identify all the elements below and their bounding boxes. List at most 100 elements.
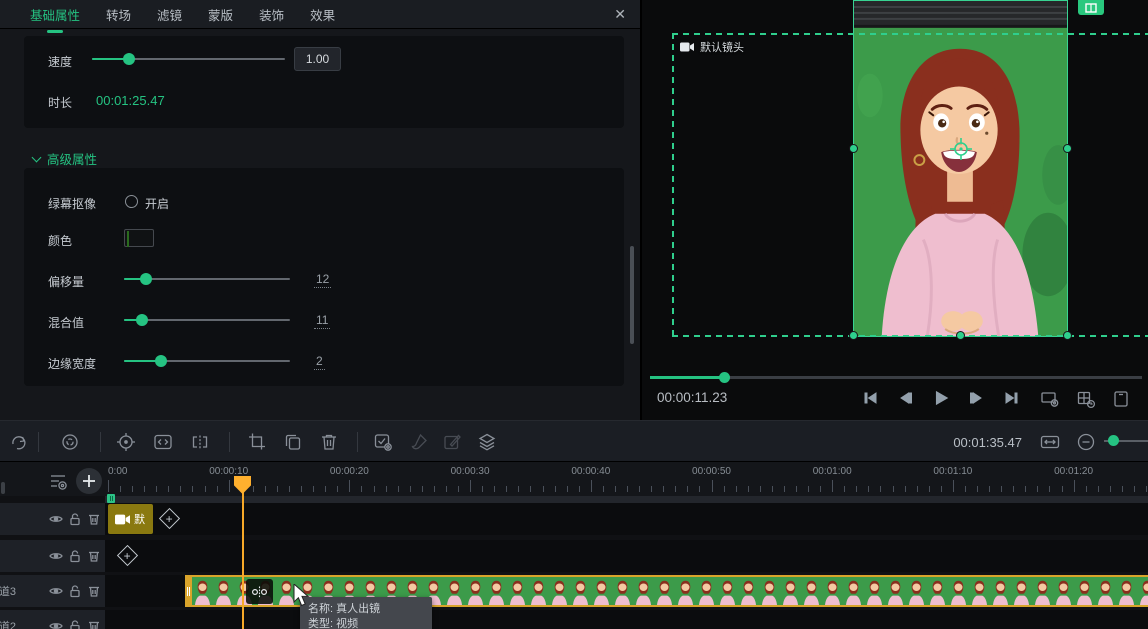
clip-handle-right[interactable] (1063, 144, 1072, 153)
track-row-3: 道3 (0, 575, 1148, 607)
track-name: 道3 (0, 583, 16, 599)
offset-label: 偏移量 (48, 273, 84, 290)
clip-thumbnail (633, 577, 654, 605)
tab-basic-properties[interactable]: 基础属性 (30, 5, 80, 24)
track-visibility-icon[interactable] (49, 549, 63, 563)
delete-icon[interactable] (319, 432, 339, 452)
blend-value[interactable]: 11 (314, 313, 330, 329)
track-manager-icon[interactable] (48, 473, 68, 491)
edit-icon[interactable] (442, 432, 462, 452)
clip-handle-bottom-right[interactable] (1063, 331, 1072, 340)
blend-slider[interactable] (124, 314, 290, 326)
preview-seekbar[interactable] (650, 376, 1142, 379)
ruler-label: 00:00:40 (571, 466, 610, 477)
tab-transitions[interactable]: 转场 (106, 5, 131, 24)
clip-tooltip: 名称: 真人出镜 类型: 视频 (300, 597, 432, 629)
timeline-ruler[interactable]: 0:0000:00:1000:00:2000:00:3000:00:4000:0… (0, 462, 1148, 496)
chroma-key-radio[interactable] (125, 195, 138, 208)
clip-thumbnail (444, 577, 465, 605)
track-lock-icon[interactable] (68, 512, 82, 526)
preview-video-clip[interactable] (853, 0, 1068, 337)
add-keyframe-icon[interactable]: + (117, 545, 138, 566)
advanced-properties-header[interactable]: 高级属性 (33, 149, 97, 168)
video-editor-app: 基础属性 转场 滤镜 蒙版 装饰 效果 ✕ 速度 1.00 时长 00:01:2… (0, 0, 1148, 629)
track-visibility-icon[interactable] (49, 619, 63, 629)
clip-thumbnail (1074, 577, 1095, 605)
ruler-label: 00:01:20 (1054, 466, 1093, 477)
edge-width-slider[interactable] (124, 355, 290, 367)
clip-thumbnail (1032, 577, 1053, 605)
clip-handle-bottom-center[interactable] (956, 331, 965, 340)
track-visibility-icon[interactable] (49, 584, 63, 598)
tooltip-type: 类型: 视频 (308, 617, 424, 629)
timeline-left-scroll-nub[interactable] (1, 482, 5, 494)
properties-scrollbar[interactable] (630, 246, 634, 344)
tab-masks[interactable]: 蒙版 (208, 5, 233, 24)
zoom-out-icon[interactable] (1076, 432, 1096, 452)
clip-trim-handle-left[interactable] (185, 577, 192, 605)
redo-icon[interactable] (8, 432, 28, 452)
render-check-icon[interactable] (373, 432, 393, 452)
track-row-2: 道2 (0, 610, 1148, 629)
track-lock-icon[interactable] (68, 619, 82, 629)
playhead-line[interactable] (242, 476, 244, 629)
offset-slider[interactable] (124, 273, 290, 285)
edge-width-value[interactable]: 2 (314, 354, 325, 370)
track-visibility-icon[interactable] (49, 512, 63, 526)
add-keyframe-icon[interactable]: + (159, 508, 180, 529)
seek-handle[interactable] (719, 372, 730, 383)
clip-thumbnail (465, 577, 486, 605)
duration-value[interactable]: 00:01:25.47 (96, 93, 165, 108)
track-delete-icon[interactable] (87, 512, 101, 526)
clip-thumbnail (990, 577, 1011, 605)
prev-frame-icon[interactable] (895, 387, 917, 409)
clip-thumbnail (213, 577, 234, 605)
clip-handle-bottom-left[interactable] (849, 331, 858, 340)
grid-clock-icon[interactable] (1076, 389, 1096, 409)
record-icon[interactable] (60, 432, 80, 452)
copy-icon[interactable] (283, 432, 303, 452)
tab-filters[interactable]: 滤镜 (157, 5, 182, 24)
skip-start-icon[interactable] (860, 387, 882, 409)
keyframe-target-icon[interactable] (116, 432, 136, 452)
crop-icon[interactable] (247, 432, 267, 452)
fit-timeline-icon[interactable] (1040, 432, 1060, 452)
clip-thumbnail (528, 577, 549, 605)
track-delete-icon[interactable] (87, 584, 101, 598)
chevron-down-icon (32, 152, 42, 162)
split-icon[interactable] (190, 432, 210, 452)
add-track-button[interactable] (76, 468, 102, 494)
speed-duration-card: 速度 1.00 时长 00:01:25.47 (24, 36, 624, 128)
track-lock-icon[interactable] (68, 549, 82, 563)
clip-handle-left[interactable] (849, 144, 858, 153)
play-icon[interactable] (930, 387, 952, 409)
layers-icon[interactable] (477, 432, 497, 452)
close-icon[interactable]: ✕ (614, 6, 626, 23)
next-frame-icon[interactable] (965, 387, 987, 409)
anchor-crosshair-icon[interactable] (949, 137, 973, 161)
speed-value-box[interactable]: 1.00 (294, 47, 341, 71)
enlarge-preview-button[interactable] (1078, 0, 1104, 15)
clip-freeze-badge[interactable] (246, 579, 273, 604)
edge-width-label: 边缘宽度 (48, 355, 96, 372)
tab-effects[interactable]: 效果 (310, 5, 335, 24)
track-lock-icon[interactable] (68, 584, 82, 598)
timeline-zoom-handle[interactable] (1108, 435, 1119, 446)
properties-panel: 基础属性 转场 滤镜 蒙版 装饰 效果 ✕ 速度 1.00 时长 00:01:2… (0, 0, 640, 420)
track-delete-icon[interactable] (87, 619, 101, 629)
chroma-key-card: 绿幕抠像 开启 颜色 偏移量 12 混合值 11 边缘宽度 2 (24, 168, 624, 386)
offset-value[interactable]: 12 (314, 272, 331, 288)
camera-track-clip[interactable]: 默 (108, 504, 153, 534)
color-swatch[interactable] (124, 229, 154, 247)
tab-decorations[interactable]: 装饰 (259, 5, 284, 24)
freeze-brackets-icon[interactable] (153, 432, 173, 452)
display-settings-icon[interactable] (1040, 389, 1060, 409)
skip-end-icon[interactable] (1000, 387, 1022, 409)
device-icon[interactable] (1112, 389, 1132, 409)
timeline-in-marker[interactable] (107, 494, 115, 503)
track-delete-icon[interactable] (87, 549, 101, 563)
properties-tabbar: 基础属性 转场 滤镜 蒙版 装饰 效果 (0, 0, 640, 29)
speed-slider[interactable] (92, 53, 285, 65)
timeline-hscrollbar[interactable] (105, 496, 1148, 503)
brush-icon[interactable] (409, 432, 429, 452)
